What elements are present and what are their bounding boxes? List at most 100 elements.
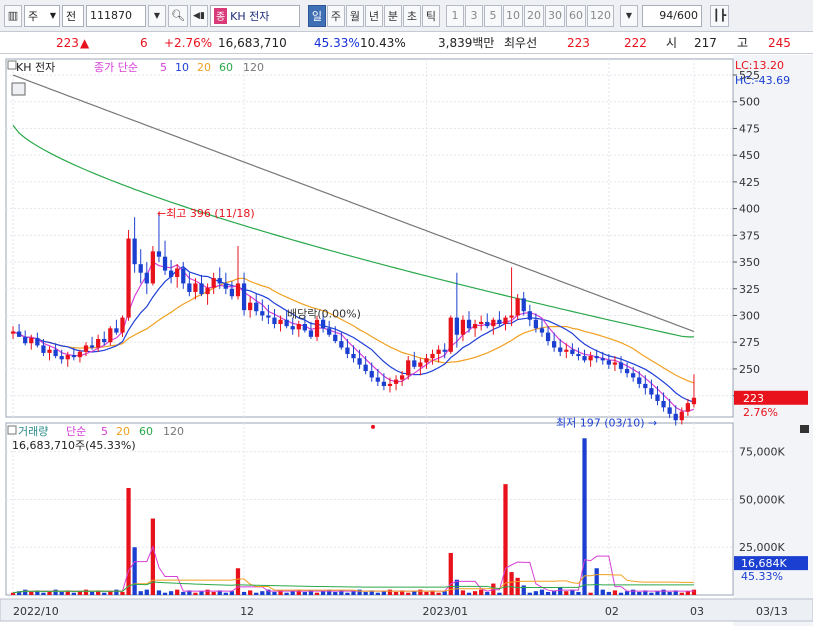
chart-svg[interactable]: 2252502753003253503754004254504755005252… xyxy=(0,55,813,626)
volume-bar xyxy=(387,589,393,595)
candle-body xyxy=(132,238,137,265)
candle-body xyxy=(631,373,636,378)
interval-button[interactable]: 120 xyxy=(586,4,614,27)
candle-body xyxy=(333,334,338,342)
candle-body xyxy=(41,345,46,353)
candle-body xyxy=(643,383,648,389)
interval-button[interactable]: 30 xyxy=(544,4,565,27)
code-input[interactable]: 111870 xyxy=(86,4,146,27)
candle-body xyxy=(351,353,356,359)
candle-body xyxy=(612,362,618,365)
candle-body xyxy=(400,375,405,380)
volume-bar xyxy=(254,592,259,595)
volume-bar xyxy=(460,590,466,595)
candle-body xyxy=(503,317,508,325)
candle-body xyxy=(533,319,539,329)
candle-body xyxy=(406,360,411,376)
interval-button[interactable]: 60 xyxy=(565,4,586,27)
chevron-down-icon: ▼ xyxy=(49,11,56,20)
candle-body xyxy=(345,347,350,354)
interval-button[interactable]: 1 xyxy=(445,4,464,27)
volume-bar xyxy=(491,583,496,595)
market-select[interactable]: 주 ▼ xyxy=(24,4,60,27)
volume-current-box-label: 16,684K xyxy=(741,557,787,570)
chart-area[interactable]: 2252502753003253503754004254504755005252… xyxy=(0,55,813,626)
chevron-down-icon[interactable]: ▼ xyxy=(148,4,166,27)
candle-body xyxy=(308,330,314,337)
candle-body xyxy=(217,278,222,284)
period-button[interactable]: 주 xyxy=(326,4,345,27)
period-button[interactable]: 초 xyxy=(402,4,421,27)
period-button[interactable]: 년 xyxy=(364,4,383,27)
interval-button[interactable]: 3 xyxy=(464,4,483,27)
volume-bar xyxy=(290,591,295,595)
ask-price: 223 xyxy=(567,35,590,50)
candle-body xyxy=(479,321,484,325)
volume-bar xyxy=(509,572,514,595)
volume-bar xyxy=(235,568,241,595)
candle-body xyxy=(576,353,581,357)
volume-bar xyxy=(594,568,599,595)
search-icon[interactable]: 🔍︎ xyxy=(168,4,188,27)
volume-bar xyxy=(406,592,411,595)
candle-body xyxy=(369,371,374,378)
lc-label: LC:13.20 xyxy=(735,59,784,72)
period-button[interactable]: 분 xyxy=(383,4,402,27)
candle-body xyxy=(661,400,666,408)
chart-background xyxy=(0,55,813,626)
candle-body xyxy=(582,356,587,361)
candle-body xyxy=(472,324,478,329)
volume-bar xyxy=(412,591,417,595)
candle-body xyxy=(314,319,320,337)
volume-bar xyxy=(138,591,143,595)
layout-icon[interactable]: ▥ xyxy=(4,4,22,27)
speaker-icon[interactable]: ◀▮ xyxy=(189,4,208,27)
period-button[interactable]: 틱 xyxy=(421,4,440,27)
candle-body xyxy=(162,256,168,271)
candle-body xyxy=(485,321,490,327)
volume-bar xyxy=(260,591,265,595)
volume-bar xyxy=(539,589,545,595)
candle-body xyxy=(327,328,332,335)
candle-body xyxy=(254,302,259,312)
candle-body xyxy=(108,328,113,343)
stock-name-field[interactable]: 종 KH 전자 xyxy=(209,4,300,27)
candle-body xyxy=(71,355,76,358)
low-annotation: 최저 197 (03/10) → xyxy=(556,416,657,429)
volume-bar xyxy=(545,591,551,595)
interval-button[interactable]: 10 xyxy=(502,4,523,27)
volume-ratio: 45.33% xyxy=(314,35,360,50)
interval-button[interactable]: 5 xyxy=(483,4,502,27)
volume-bar xyxy=(241,591,247,595)
candle-body xyxy=(545,332,551,342)
volume-bar xyxy=(679,592,684,595)
high-annotation: ←최고 396 (11/18) xyxy=(157,207,255,220)
quote-bar: 223 ▲ 6 +2.76% 16,683,710 45.33% 10.43% … xyxy=(0,32,813,54)
volume-bar xyxy=(53,589,58,595)
candle-body xyxy=(497,319,502,325)
volume-bar xyxy=(89,591,95,595)
stock-type-select[interactable]: 전 xyxy=(62,4,84,27)
price-tick-label: 325 xyxy=(739,283,760,296)
candle-body xyxy=(491,319,496,327)
interval-button[interactable]: 20 xyxy=(523,4,544,27)
candle-body xyxy=(363,364,368,372)
price-tick-label: 275 xyxy=(739,336,760,349)
period-button[interactable]: 월 xyxy=(345,4,364,27)
volume-bar xyxy=(248,590,253,595)
volume-bar xyxy=(223,592,228,595)
volume-ma-period: 120 xyxy=(163,425,184,438)
bar-count-field[interactable]: 94 /600 xyxy=(641,4,702,27)
volume-bar xyxy=(685,591,691,595)
volume-bar xyxy=(624,591,630,595)
candle-body xyxy=(679,411,684,421)
candle-body xyxy=(448,317,453,352)
candle-body xyxy=(357,358,362,365)
period-button[interactable]: 일 xyxy=(307,4,326,27)
x-tick-label: 2023/01 xyxy=(422,605,468,618)
ma-legend-period: 20 xyxy=(197,61,211,74)
volume-bar xyxy=(126,487,131,595)
candle-body xyxy=(278,319,283,325)
candle-icon[interactable]: ┃┣ xyxy=(709,4,730,27)
dropdown-button[interactable]: ▼ xyxy=(619,4,638,27)
